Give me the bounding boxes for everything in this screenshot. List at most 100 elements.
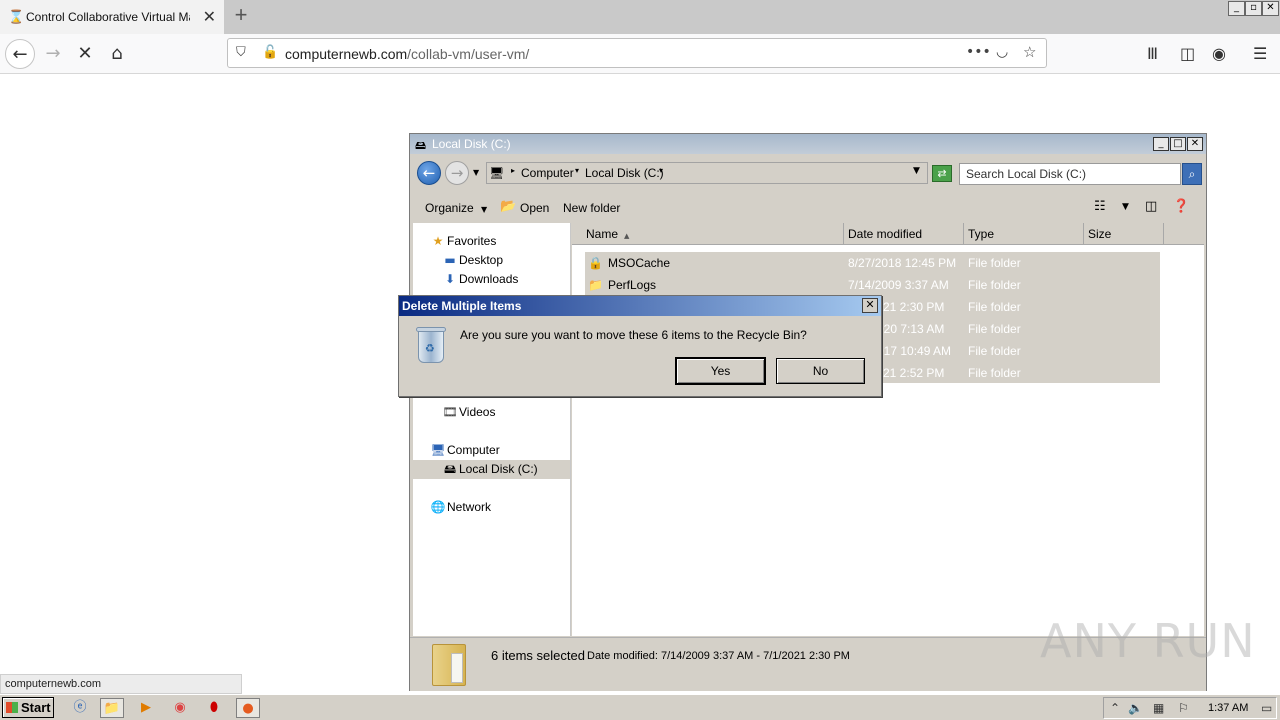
column-size[interactable]: Size bbox=[1084, 223, 1164, 245]
explorer-close-button[interactable]: ✕ bbox=[1187, 137, 1203, 151]
watermark-logo: ANY RUN bbox=[1040, 614, 1256, 668]
library-icon[interactable]: Ⅲ bbox=[1147, 44, 1158, 63]
yes-button[interactable]: Yes bbox=[675, 357, 766, 385]
open-button[interactable]: Open bbox=[520, 201, 549, 215]
no-button[interactable]: No bbox=[776, 358, 865, 384]
videos-icon: 🎞 bbox=[442, 405, 458, 419]
tab-close-icon[interactable]: ✕ bbox=[203, 7, 216, 27]
dialog-close-button[interactable]: ✕ bbox=[862, 298, 878, 313]
stop-loading-button[interactable]: ✕ bbox=[70, 39, 100, 69]
explorer-minimize-button[interactable]: _ bbox=[1153, 137, 1169, 151]
bookmark-star-icon[interactable]: ☆ bbox=[1023, 43, 1036, 61]
table-row[interactable]: 🔒 MSOCache 8/27/2018 12:45 PM File folde… bbox=[585, 252, 1160, 274]
url-path: /collab-vm/user-vm/ bbox=[407, 46, 530, 62]
sidebar-icon[interactable]: ◫ bbox=[1180, 44, 1195, 63]
file-type: File folder bbox=[968, 344, 1021, 358]
file-list: Name ▲ Date modified Type Size 🔒 MSOCache… bbox=[572, 223, 1204, 636]
nav-favorites-label: Favorites bbox=[447, 234, 497, 248]
new-folder-button[interactable]: New folder bbox=[563, 201, 620, 215]
address-box[interactable]: 🖥 ▸ Computer ▾ Local Disk (C:) ▾ ▼ bbox=[486, 162, 928, 184]
new-tab-button[interactable]: + bbox=[230, 4, 252, 28]
account-icon[interactable]: ◉ bbox=[1212, 44, 1226, 63]
search-icon[interactable]: ⌕ bbox=[1182, 163, 1202, 185]
url-text: computernewb.com/collab-vm/user-vm/ bbox=[285, 46, 529, 62]
url-bar[interactable]: ⛉ 🔓 computernewb.com/collab-vm/user-vm/ … bbox=[227, 38, 1047, 68]
hourglass-icon: ⌛ bbox=[8, 9, 25, 24]
media-player-icon[interactable]: ▶ bbox=[134, 698, 158, 718]
page-actions-icon[interactable]: ••• bbox=[966, 44, 991, 60]
chevron-icon[interactable]: ▾ bbox=[575, 166, 579, 175]
dialog-title-bar[interactable]: Delete Multiple Items ✕ bbox=[399, 296, 881, 316]
explorer-title-bar[interactable]: 🖴 Local Disk (C:) _ □ ✕ bbox=[410, 134, 1206, 154]
volume-icon[interactable]: 🔈 bbox=[1128, 701, 1143, 715]
minimize-window-button[interactable]: _ bbox=[1228, 1, 1245, 16]
desktop-icon: ▬ bbox=[444, 253, 456, 267]
file-type: File folder bbox=[968, 278, 1021, 292]
organize-button[interactable]: Organize ▼ bbox=[425, 201, 487, 215]
file-date: 020 7:13 AM bbox=[877, 322, 945, 336]
table-row[interactable]: 📁 PerfLogs 7/14/2009 3:37 AM File folder bbox=[585, 274, 1160, 296]
column-headers: Name ▲ Date modified Type Size bbox=[572, 223, 1204, 245]
file-date: 017 10:49 AM bbox=[877, 344, 952, 358]
navigation-pane: ★ Favorites ▬ Desktop ⬇ Downloads 🎞Videos 🖥… bbox=[413, 223, 571, 636]
clock[interactable]: 1:37 AM bbox=[1208, 702, 1248, 714]
pocket-icon[interactable]: ◡ bbox=[996, 44, 1008, 60]
back-button[interactable]: ← bbox=[5, 39, 35, 69]
breadcrumb-computer[interactable]: Computer bbox=[521, 166, 574, 180]
nav-local-disk[interactable]: 🖴 Local Disk (C:) bbox=[413, 460, 570, 479]
delete-confirm-dialog: Delete Multiple Items ✕ ♻ Are you sure y… bbox=[398, 295, 882, 397]
folder-icon: 📁 bbox=[588, 278, 603, 292]
nav-desktop[interactable]: ▬ Desktop bbox=[441, 251, 503, 270]
menu-icon[interactable]: ☰ bbox=[1253, 44, 1267, 63]
nav-network[interactable]: 🌐 Network bbox=[429, 498, 492, 517]
explorer-window: 🖴 Local Disk (C:) _ □ ✕ ← → ▼ 🖥 ▸ Comput… bbox=[409, 133, 1207, 691]
search-input[interactable]: Search Local Disk (C:) bbox=[959, 163, 1181, 185]
nav-desktop-label: Desktop bbox=[459, 253, 504, 267]
chevron-down-icon: ▼ bbox=[481, 205, 488, 214]
forward-button[interactable]: → bbox=[38, 39, 68, 69]
nav-downloads[interactable]: ⬇ Downloads bbox=[441, 270, 518, 289]
nav-computer[interactable]: 🖥Computer bbox=[429, 441, 500, 460]
nav-local-disk-label: Local Disk (C:) bbox=[459, 462, 538, 476]
nav-favorites[interactable]: ★ Favorites bbox=[429, 232, 497, 251]
explorer-back-button[interactable]: ← bbox=[417, 161, 441, 185]
nav-computer-label: Computer bbox=[447, 443, 500, 457]
column-name[interactable]: Name ▲ bbox=[572, 223, 844, 245]
home-button[interactable]: ⌂ bbox=[102, 39, 132, 69]
chevron-icon[interactable]: ▸ bbox=[511, 166, 515, 175]
explorer-forward-button[interactable]: → bbox=[445, 161, 469, 185]
show-hidden-icons-icon[interactable]: ⌃ bbox=[1110, 701, 1120, 715]
close-window-button[interactable]: ✕ bbox=[1262, 1, 1279, 16]
internet-explorer-icon[interactable]: ⓔ bbox=[68, 698, 92, 718]
view-options-icon[interactable]: ☷ bbox=[1094, 199, 1106, 214]
chrome-icon[interactable]: ◉ bbox=[168, 698, 192, 718]
shield-icon[interactable]: ⛉ bbox=[236, 45, 246, 60]
history-dropdown-icon[interactable]: ▼ bbox=[473, 168, 479, 177]
network-tray-icon[interactable]: ▦ bbox=[1153, 701, 1164, 715]
nav-videos[interactable]: 🎞Videos bbox=[441, 403, 495, 422]
breadcrumb-local-disk[interactable]: Local Disk (C:) bbox=[585, 166, 664, 180]
column-date[interactable]: Date modified bbox=[844, 223, 964, 245]
explorer-title: Local Disk (C:) bbox=[432, 137, 511, 151]
windows-logo-icon bbox=[6, 702, 18, 713]
downloads-icon: ⬇ bbox=[444, 272, 456, 286]
chevron-icon[interactable]: ▾ bbox=[659, 166, 663, 175]
explorer-taskbar-icon[interactable]: 📁 bbox=[100, 698, 124, 718]
firefox-icon[interactable]: ● bbox=[236, 698, 260, 718]
column-type[interactable]: Type bbox=[964, 223, 1084, 245]
preview-pane-icon[interactable]: ◫ bbox=[1145, 199, 1157, 214]
insecure-lock-icon[interactable]: 🔓 bbox=[262, 45, 278, 60]
view-dropdown-icon[interactable]: ▼ bbox=[1122, 202, 1129, 212]
restore-window-button[interactable]: ▫ bbox=[1245, 1, 1262, 16]
refresh-button[interactable]: ⇄ bbox=[932, 165, 952, 182]
opera-icon[interactable]: ⬮ bbox=[202, 698, 226, 718]
tab-bar: ⌛ Control Collaborative Virtual Machine … bbox=[0, 0, 1280, 34]
show-desktop-icon[interactable]: ▭ bbox=[1261, 701, 1272, 715]
help-icon[interactable]: ❓ bbox=[1173, 199, 1189, 214]
address-dropdown-icon[interactable]: ▼ bbox=[913, 166, 920, 176]
sort-up-icon: ▲ bbox=[624, 232, 630, 240]
explorer-maximize-button[interactable]: □ bbox=[1170, 137, 1186, 151]
start-button[interactable]: Start bbox=[2, 697, 54, 718]
browser-tab[interactable]: ⌛ Control Collaborative Virtual Machine … bbox=[0, 0, 224, 34]
action-center-flag-icon[interactable]: ⚐ bbox=[1178, 701, 1189, 715]
